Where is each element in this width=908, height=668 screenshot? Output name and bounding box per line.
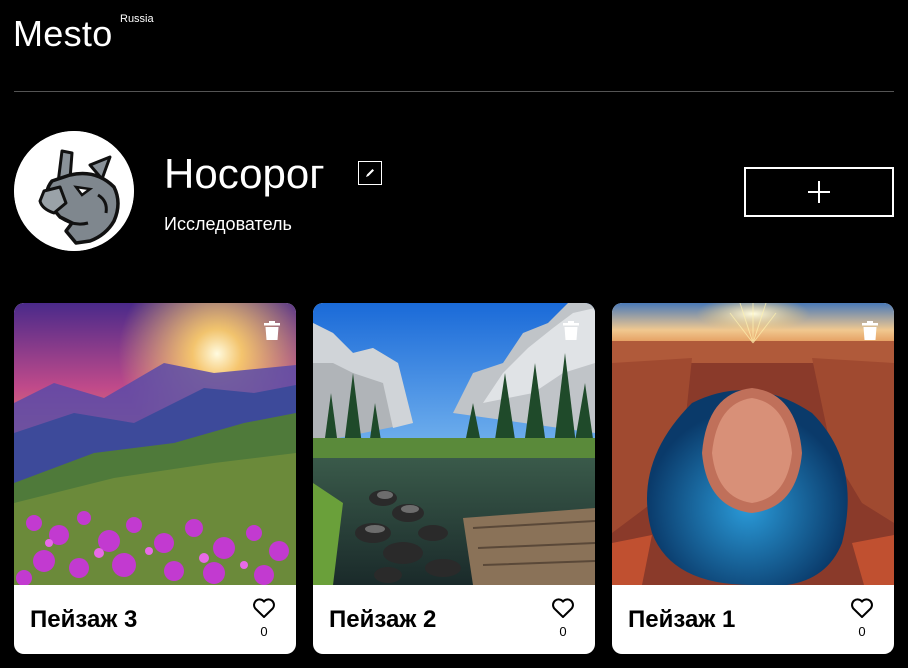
card-image[interactable] [612, 303, 894, 585]
card-title: Пейзаж 3 [30, 606, 138, 633]
add-card-button[interactable] [744, 167, 894, 217]
card: Пейзаж 1 0 [612, 303, 894, 654]
card-image[interactable] [313, 303, 595, 585]
trash-icon[interactable] [262, 321, 282, 341]
like-count: 0 [559, 624, 567, 639]
profile-name: Носорог [164, 150, 325, 197]
edit-profile-button[interactable] [358, 161, 382, 185]
card-image[interactable] [14, 303, 296, 585]
profile-avatar[interactable] [14, 131, 134, 251]
heart-icon[interactable] [551, 597, 575, 619]
trash-icon[interactable] [561, 321, 581, 341]
page-header: Mesto Russia [0, 0, 908, 92]
logo: Mesto [13, 13, 113, 54]
card-title: Пейзаж 1 [628, 606, 736, 633]
card: Пейзаж 2 0 [313, 303, 595, 654]
heart-icon[interactable] [252, 597, 276, 619]
rhino-avatar-icon [14, 131, 134, 251]
card-title: Пейзаж 2 [329, 606, 437, 633]
logo-superscript: Russia [120, 13, 154, 25]
header-divider [14, 91, 894, 92]
like-count: 0 [260, 624, 268, 639]
profile-about: Исследователь [164, 214, 292, 234]
plus-icon [808, 181, 830, 203]
like-count: 0 [858, 624, 866, 639]
card: Пейзаж 3 0 [14, 303, 296, 654]
heart-icon[interactable] [850, 597, 874, 619]
trash-icon[interactable] [860, 321, 880, 341]
pencil-icon [366, 169, 374, 177]
